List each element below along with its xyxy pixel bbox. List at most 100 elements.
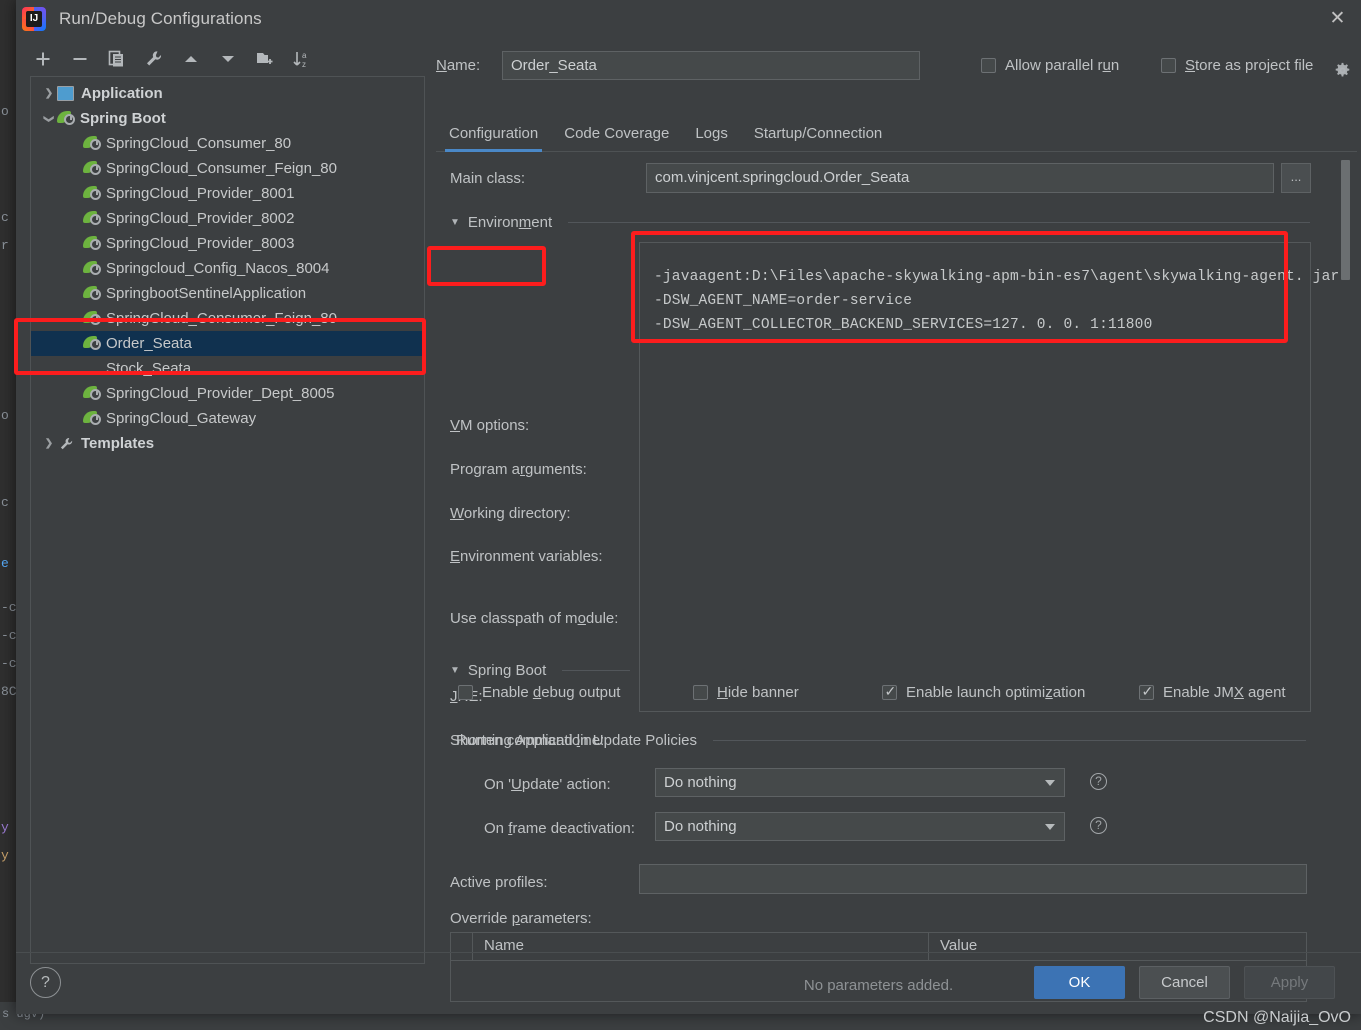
store-as-project-file-checkbox[interactable]: Store as project file [1161, 57, 1313, 74]
tree-node-templates[interactable]: ❯ Templates [31, 431, 424, 456]
tab-startup-connection[interactable]: Startup/Connection [741, 125, 895, 151]
apply-button[interactable]: Apply [1244, 966, 1335, 999]
chevron-down-icon[interactable] [1045, 780, 1055, 786]
tab-logs[interactable]: Logs [682, 125, 741, 151]
move-down-icon[interactable] [218, 49, 238, 69]
help-circle-icon[interactable]: ? [1090, 773, 1107, 790]
remove-icon[interactable] [70, 49, 90, 69]
section-divider [713, 740, 1306, 741]
tree-node-springcloud-provider-dept-8005[interactable]: SpringCloud_Provider_Dept_8005 [31, 381, 424, 406]
move-up-icon[interactable] [181, 49, 201, 69]
checkbox-box[interactable] [458, 684, 473, 700]
vm-options-text[interactable]: -javaagent:D:\Files\apache-skywalking-ap… [654, 265, 1339, 337]
bg-fragment: -c [1, 600, 17, 615]
hide-banner-checkbox[interactable]: Hide banner [693, 684, 799, 701]
configuration-tabs[interactable]: Configuration Code Coverage Logs Startup… [436, 114, 1357, 152]
checkbox-box[interactable] [882, 683, 897, 700]
running-application-update-policies-header: Running Application Update Policies [456, 732, 1306, 749]
spring-boot-icon [57, 110, 76, 127]
on-update-action-select[interactable]: Do nothing [655, 768, 1065, 797]
bg-fragment: -c [1, 656, 17, 671]
enable-launch-optimization-label: Enable launch optimization [906, 683, 1086, 701]
help-circle-icon[interactable]: ? [1090, 817, 1107, 834]
tree-node-label: SpringCloud_Provider_8003 [106, 235, 295, 252]
on-frame-deactivation-select[interactable]: Do nothing [655, 812, 1065, 841]
help-circle-icon[interactable]: ? [30, 967, 61, 998]
tree-node-label: Spring Boot [80, 110, 166, 127]
active-profiles-label: Active profiles: [450, 874, 548, 891]
spring-boot-icon [83, 185, 102, 202]
on-update-action-value: Do nothing [664, 774, 737, 791]
cancel-button[interactable]: Cancel [1139, 966, 1230, 999]
checkbox-box[interactable] [693, 684, 708, 700]
close-icon[interactable]: ✕ [1314, 0, 1361, 37]
tab-configuration[interactable]: Configuration [436, 125, 551, 152]
tab-code-coverage[interactable]: Code Coverage [551, 125, 682, 151]
new-folder-icon[interactable] [255, 49, 275, 69]
enable-launch-optimization-checkbox[interactable]: Enable launch optimization [882, 683, 1086, 701]
enable-jmx-agent-label: Enable JMX agent [1163, 683, 1286, 701]
sort-alphabetically-icon[interactable]: a z [292, 49, 312, 69]
on-frame-deactivation-label: On frame deactivation: [484, 820, 635, 837]
tree-node-springcloud-config-nacos-8004[interactable]: Springcloud_Config_Nacos_8004 [31, 256, 424, 281]
configuration-form: Main class: com.vinjcent.springcloud.Ord… [436, 162, 1357, 1002]
name-input[interactable]: Order_Seata [502, 50, 920, 80]
tree-node-springcloud-provider-8001[interactable]: SpringCloud_Provider_8001 [31, 181, 424, 206]
wrench-icon[interactable] [144, 49, 164, 69]
main-class-label: Main class: [450, 170, 526, 187]
bg-fragment: -c [1, 628, 17, 643]
scrollbar-thumb[interactable] [1341, 160, 1350, 280]
tree-node-stock-seata[interactable]: Stock_Seata [31, 356, 424, 381]
tree-node-label: SpringCloud_Consumer_80 [106, 135, 292, 152]
tree-node-springcloud-gateway[interactable]: SpringCloud_Gateway [31, 406, 424, 431]
bg-fragment [1, 160, 9, 175]
triangle-down-icon[interactable]: ▼ [450, 665, 460, 676]
bg-fragment: r [1, 238, 9, 253]
tree-node-springcloud-provider-8002[interactable]: SpringCloud_Provider_8002 [31, 206, 424, 231]
tree-node-order-seata[interactable]: Order_Seata [31, 331, 424, 356]
tree-node-springcloud-consumer-feign-80-2[interactable]: SpringCloud_Consumer_Feign_80 [31, 306, 424, 331]
bg-fragment: c [1, 495, 9, 510]
bg-fragment: y [1, 820, 9, 835]
tree-node-application[interactable]: ❯ Application [31, 81, 424, 106]
tree-node-label: Order_Seata [106, 335, 192, 352]
active-profiles-input[interactable] [639, 864, 1307, 894]
chevron-down-icon[interactable] [1045, 824, 1055, 830]
use-classpath-of-module-label: Use classpath of module: [450, 610, 619, 627]
environment-section-header[interactable]: ▼ Environment [450, 214, 1310, 231]
enable-jmx-agent-checkbox[interactable]: Enable JMX agent [1139, 683, 1286, 701]
main-class-browse-button[interactable]: ... [1281, 163, 1311, 193]
add-icon[interactable] [33, 49, 53, 69]
configurations-tree[interactable]: ❯ Application ❯ Spring Boot SpringCloud_… [30, 76, 425, 964]
allow-parallel-run-checkbox[interactable]: Allow parallel run [981, 57, 1119, 74]
chevron-down-icon[interactable]: ❯ [41, 111, 57, 127]
tree-node-springcloud-consumer-feign-80[interactable]: SpringCloud_Consumer_Feign_80 [31, 156, 424, 181]
tree-toolbar: a z [24, 42, 428, 76]
section-divider [568, 222, 1310, 223]
form-scrollbar[interactable] [1340, 160, 1351, 770]
store-as-project-file-label: Store as project file [1185, 56, 1314, 74]
vm-options-editor[interactable]: -javaagent:D:\Files\apache-skywalking-ap… [639, 242, 1339, 712]
checkbox-box[interactable] [981, 57, 996, 73]
copy-icon[interactable] [107, 49, 127, 69]
ok-button[interactable]: OK [1034, 966, 1125, 999]
spring-boot-icon [83, 260, 102, 277]
tree-node-springcloud-provider-8003[interactable]: SpringCloud_Provider_8003 [31, 231, 424, 256]
tree-node-label: Application [81, 85, 163, 102]
spring-boot-section-header[interactable]: ▼ Spring Boot [450, 662, 630, 679]
checkbox-box[interactable] [1139, 683, 1154, 700]
tree-node-spring-boot[interactable]: ❯ Spring Boot [31, 106, 424, 131]
checkbox-box[interactable] [1161, 57, 1176, 73]
chevron-right-icon[interactable]: ❯ [41, 86, 57, 102]
main-class-input[interactable]: com.vinjcent.springcloud.Order_Seata [646, 163, 1274, 193]
gear-icon[interactable] [1334, 62, 1351, 84]
chevron-right-icon[interactable]: ❯ [41, 436, 57, 452]
tree-node-springbootsentinelapplication[interactable]: SpringbootSentinelApplication [31, 281, 424, 306]
enable-debug-output-checkbox[interactable]: Enable debug output [458, 684, 620, 701]
triangle-down-icon[interactable]: ▼ [450, 217, 460, 228]
intellij-idea-logo-icon: IJ [22, 6, 46, 31]
spring-boot-icon [83, 385, 102, 402]
dialog-title: Run/Debug Configurations [59, 8, 262, 28]
tree-node-springcloud-consumer-80[interactable]: SpringCloud_Consumer_80 [31, 131, 424, 156]
run-debug-configurations-dialog: IJ Run/Debug Configurations ✕ a z ❯ Appl… [16, 0, 1361, 1014]
